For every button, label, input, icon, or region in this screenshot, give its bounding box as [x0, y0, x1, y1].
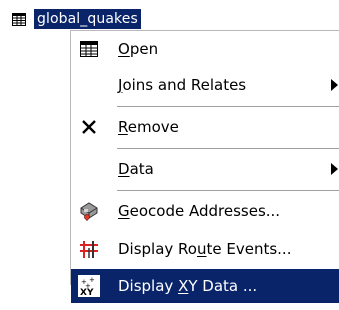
menu-item-data[interactable]: Data — [71, 151, 339, 187]
menu-separator — [117, 148, 339, 150]
svg-text:XY: XY — [80, 288, 94, 296]
menu-item-geocode-addresses[interactable]: Geocode Addresses... — [71, 193, 339, 229]
layer-tree-node[interactable]: global_quakes — [12, 8, 141, 30]
table-icon — [12, 12, 26, 26]
submenu-arrow-icon — [331, 163, 338, 175]
xy-data-icon: + + + XY — [78, 275, 100, 297]
layer-name[interactable]: global_quakes — [34, 9, 141, 29]
route-events-icon — [78, 238, 100, 260]
context-menu: Open Joins and Relates Remove Data Geoco… — [70, 30, 339, 303]
menu-item-remove[interactable]: Remove — [71, 109, 339, 145]
menu-item-label: Open — [118, 40, 159, 58]
menu-separator — [117, 106, 339, 108]
menu-item-label: Display XY Data ... — [118, 277, 258, 295]
menu-item-display-xy-data[interactable]: + + + XY Display XY Data ... — [71, 269, 339, 303]
menu-item-joins-and-relates[interactable]: Joins and Relates — [71, 67, 339, 103]
menu-item-open[interactable]: Open — [71, 31, 339, 67]
geocode-icon — [78, 200, 100, 222]
remove-x-icon — [78, 116, 100, 138]
menu-separator — [117, 190, 339, 192]
submenu-arrow-icon — [331, 79, 338, 91]
menu-item-label: Joins and Relates — [118, 76, 247, 94]
menu-item-label: Display Route Events... — [118, 240, 292, 258]
menu-item-label: Geocode Addresses... — [118, 202, 281, 220]
menu-item-display-route-events[interactable]: Display Route Events... — [71, 231, 339, 267]
table-icon — [78, 38, 100, 60]
menu-item-label: Data — [118, 160, 154, 178]
menu-item-label: Remove — [118, 118, 179, 136]
